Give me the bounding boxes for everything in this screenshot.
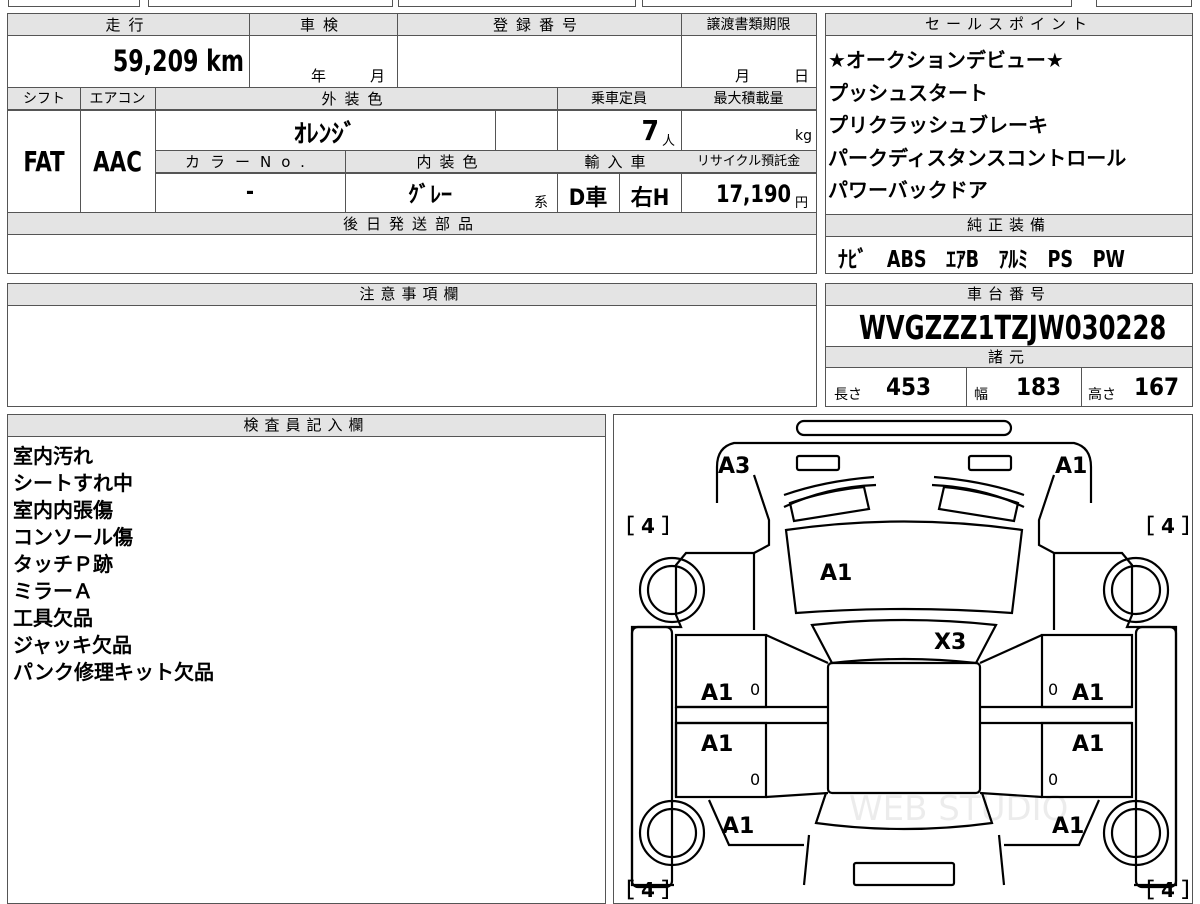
inspector-panel: 検査員記入欄 室内汚れ シートすれ中 室内内張傷 コンソール傷 タッチＰ跡 ミラ…: [7, 414, 606, 904]
exterior-color-value: ｵﾚﾝｼﾞ: [293, 119, 357, 148]
sales-point-item: ★オークションデビュー★: [828, 48, 1064, 72]
steering-value: 右H: [630, 186, 670, 211]
mark-left-front-door: A1: [701, 681, 733, 706]
mark-hood: A1: [820, 561, 852, 586]
interior-color-value: ｸﾞﾚｰ: [407, 183, 452, 208]
shift-header: シフト: [23, 91, 65, 107]
sales-points-panel: セールスポイント ★オークションデビュー★ プッシュスタート プリクラッシュブレ…: [825, 13, 1193, 274]
zero-mark: 0: [1048, 770, 1058, 789]
inspection-year-label: 年: [311, 67, 327, 85]
tire-rear-right: ［ 4 ］: [1134, 878, 1193, 902]
mileage-value: 59,209 km: [112, 44, 244, 78]
vehicle-info-table: 走行 車検 登録番号 譲渡書類期限 59,209 km 年 月 月 日 シフト …: [7, 13, 817, 274]
mark-front-left: A3: [718, 454, 750, 479]
mark-windshield: X3: [934, 630, 966, 655]
capacity-value: 7: [641, 114, 659, 147]
inspector-line: シートすれ中: [13, 471, 133, 495]
height-label: 高さ: [1088, 387, 1116, 403]
mark-right-front-door: A1: [1072, 681, 1104, 706]
sales-point-item: パークディスタンスコントロール: [828, 145, 1127, 170]
genuine-equipment-header: 純正装備: [826, 215, 1192, 237]
vin-value: WVGZZZ1TZJW030228: [858, 308, 1167, 347]
later-parts-header: 後日発送部品: [342, 215, 481, 233]
transfer-day-label: 日: [794, 67, 810, 85]
transfer-month-label: 月: [735, 67, 751, 85]
inspector-header: 検査員記入欄: [8, 415, 605, 437]
watermark: WEB STUDIO: [849, 789, 1068, 829]
genuine-equipment-items: ﾅﾋﾞ ABS ｴｱB ｱﾙﾐ PS PW: [838, 247, 1125, 273]
damage-diagram-panel: A3 A1 A1 X3 A1 A1 A1 A1 A1 A1 ［ 4 ］ ［ 4 …: [613, 414, 1193, 904]
mark-front-right: A1: [1055, 454, 1087, 479]
zero-mark: 0: [1048, 680, 1058, 699]
inspection-header: 車検: [299, 16, 346, 34]
tire-front-left: ［ 4 ］: [614, 514, 682, 538]
interior-color-suffix: 系: [534, 195, 548, 211]
specs-header: 諸元: [826, 346, 1192, 368]
capacity-unit: 人: [662, 134, 676, 149]
inspector-notes: 室内汚れ シートすれ中 室内内張傷 コンソール傷 タッチＰ跡 ミラーＡ 工具欠品…: [13, 443, 593, 686]
car-diagram: A3 A1 A1 X3 A1 A1 A1 A1 A1 A1 ［ 4 ］ ［ 4 …: [614, 419, 1193, 902]
import-type-value: D車: [568, 186, 608, 211]
transfer-deadline-header: 譲渡書類期限: [706, 17, 791, 33]
inspector-line: コンソール傷: [13, 525, 133, 549]
inspection-month-label: 月: [370, 67, 386, 85]
inspector-line: パンク修理キット欠品: [13, 660, 214, 684]
registration-header: 登録番号: [492, 16, 585, 34]
shift-value: FAT: [23, 145, 65, 178]
inspector-line: ジャッキ欠品: [13, 633, 132, 657]
inspector-line: ミラーＡ: [13, 579, 93, 603]
sales-points-list: ★オークションデビュー★ プッシュスタート プリクラッシュブレーキ パークディス…: [828, 44, 1190, 207]
length-label: 長さ: [834, 387, 862, 403]
inspector-line: タッチＰ跡: [13, 552, 113, 576]
zero-mark: 0: [750, 680, 760, 699]
tire-rear-left: ［ 4 ］: [614, 878, 682, 902]
recycle-header: リサイクル預託金: [696, 154, 801, 169]
capacity-header: 乗車定員: [591, 91, 647, 107]
width-value: 183: [1016, 373, 1062, 401]
max-load-header: 最大積載量: [713, 91, 784, 107]
aircon-value: AAC: [93, 145, 142, 178]
color-no-header: カラーNo.: [185, 153, 315, 171]
recycle-fee-value: 17,190: [716, 180, 791, 208]
inspector-line: 工具欠品: [13, 606, 93, 630]
mark-right-rear-door: A1: [1072, 732, 1104, 757]
color-no-value: -: [245, 180, 255, 205]
vin-specs-panel: 車台番号 WVGZZZ1TZJW030228 諸元 長さ 453 幅 183 高…: [825, 283, 1193, 407]
top-strip: [0, 0, 1200, 8]
sales-point-item: プッシュスタート: [828, 80, 988, 105]
length-value: 453: [886, 373, 932, 401]
vin-header: 車台番号: [826, 284, 1192, 306]
zero-mark: 0: [750, 770, 760, 789]
height-value: 167: [1134, 373, 1180, 401]
max-load-unit: kg: [795, 128, 812, 144]
aircon-header: エアコン: [89, 91, 146, 107]
inspector-line: 室内内張傷: [13, 498, 113, 522]
mark-left-rear-door: A1: [701, 732, 733, 757]
width-label: 幅: [974, 387, 988, 403]
mark-left-rear-fender: A1: [722, 814, 754, 839]
sales-points-header: セールスポイント: [826, 14, 1192, 36]
sales-point-item: パワーバックドア: [828, 178, 988, 202]
interior-color-header: 内装色: [416, 153, 486, 171]
notes-panel: 注意事項欄: [7, 283, 817, 407]
import-header: 輸入車: [584, 153, 654, 171]
exterior-color-header: 外装色: [321, 90, 391, 108]
sales-point-item: プリクラッシュブレーキ: [828, 113, 1048, 137]
recycle-fee-unit: 円: [795, 196, 809, 211]
notes-header: 注意事項欄: [8, 284, 816, 306]
tire-front-right: ［ 4 ］: [1134, 514, 1193, 538]
inspector-line: 室内汚れ: [13, 444, 93, 468]
mileage-header: 走行: [105, 16, 152, 34]
